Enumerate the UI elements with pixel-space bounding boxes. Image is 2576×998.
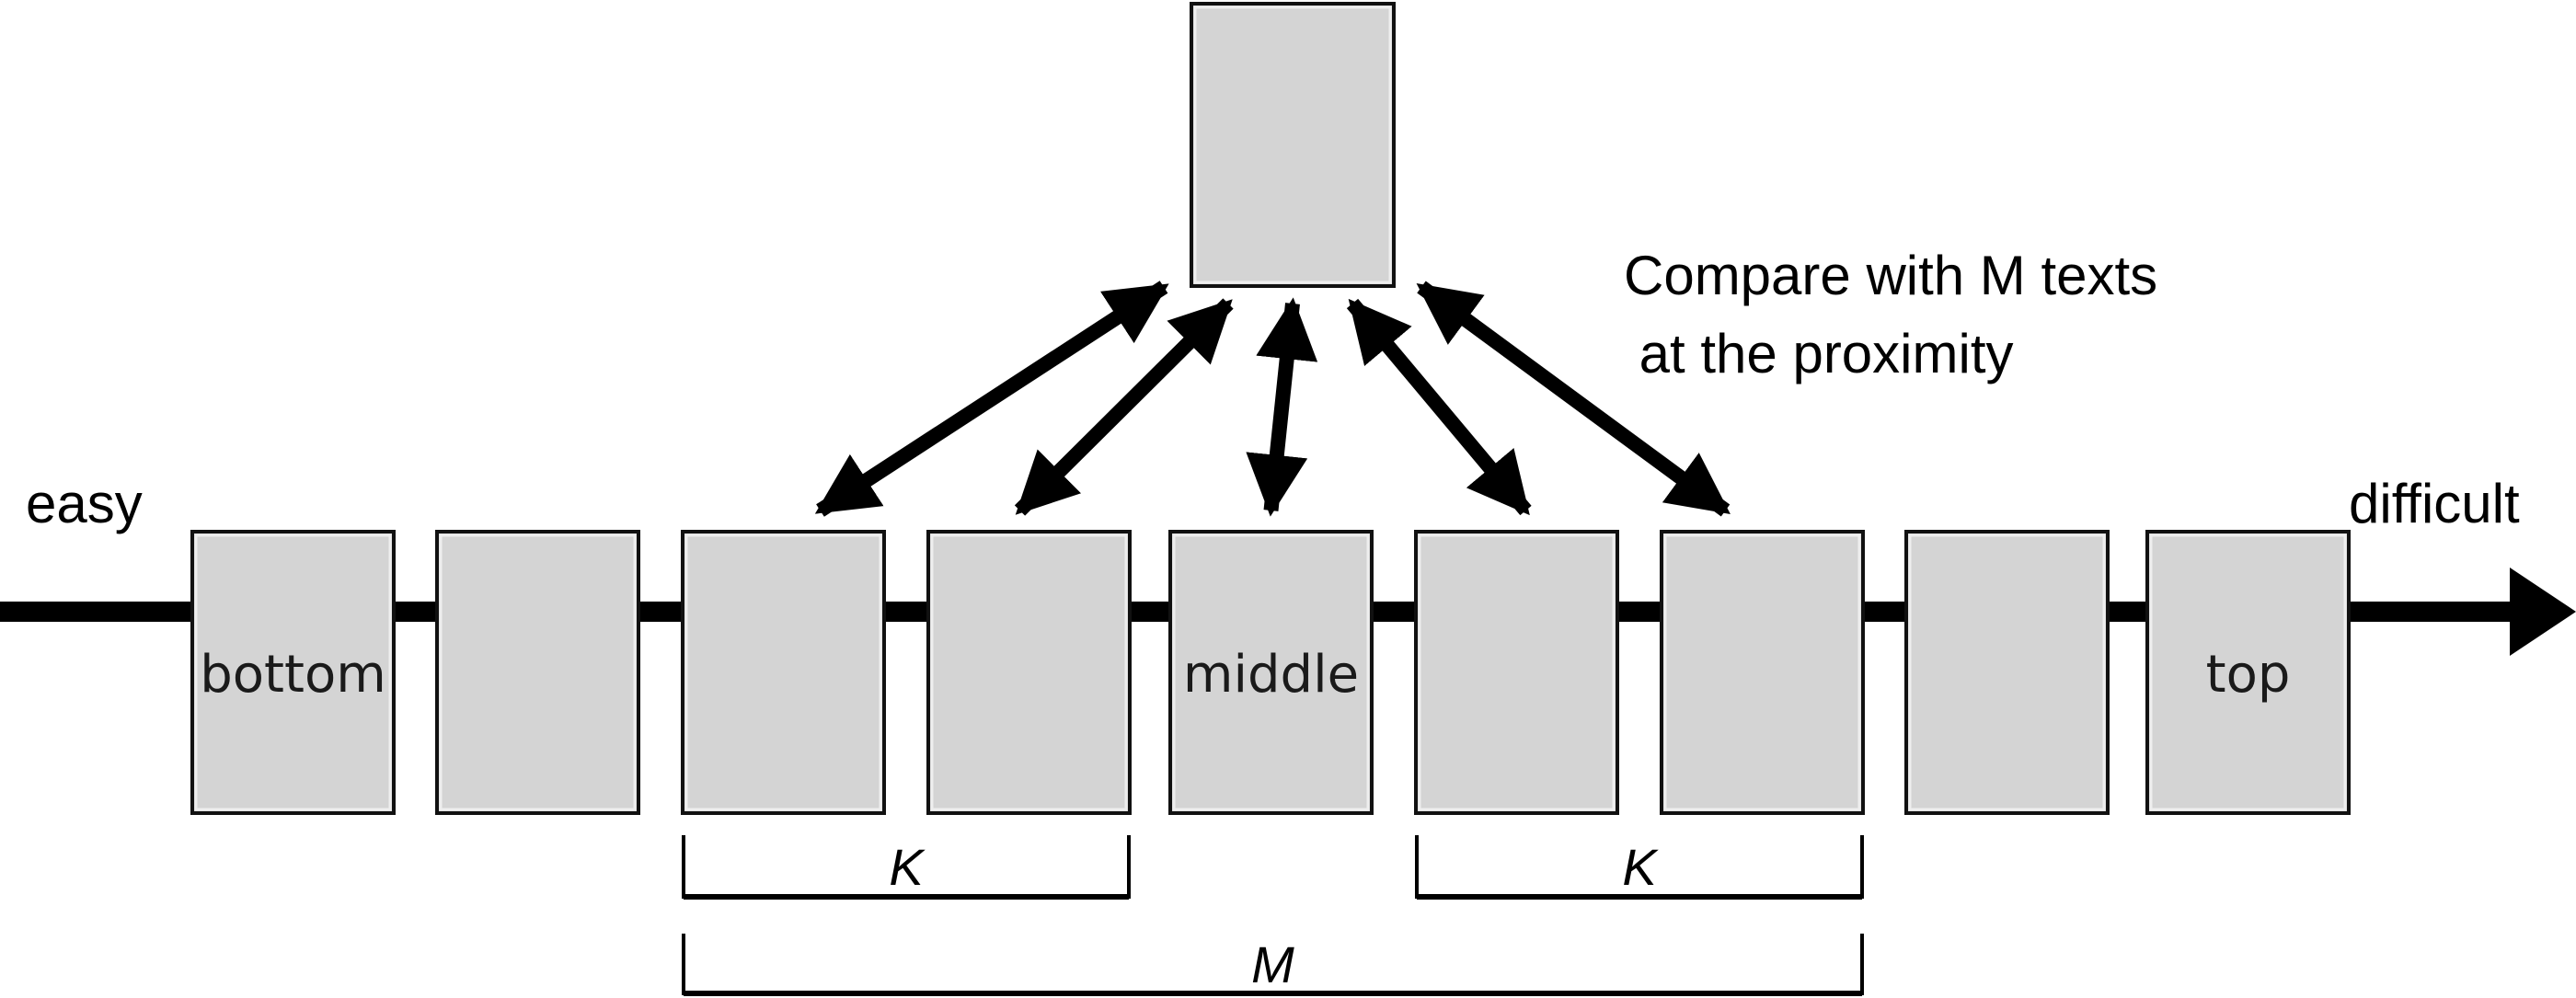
double-arrow-icon [1346, 298, 1532, 516]
ranked-text-list: bottom middle top [190, 530, 2351, 815]
comparison-note-line2: at the proximity [1624, 323, 2014, 384]
bracket-label: K [1622, 838, 1659, 896]
axis-start-label: easy [26, 473, 143, 534]
ranked-text-label: bottom [200, 645, 386, 705]
bracket-label: M [1251, 935, 1294, 993]
double-arrow-icon [1246, 297, 1318, 517]
double-arrow-icon [1014, 298, 1234, 516]
axis-arrowhead-icon [2510, 568, 2576, 656]
double-arrow-icon [814, 281, 1169, 517]
comparison-note-line1: Compare with M texts [1624, 245, 2157, 306]
difficulty-diagram: easy difficult bottom middle top Compare w… [0, 2, 2576, 996]
ranked-text-box [926, 530, 1132, 815]
double-arrow-icon [1416, 281, 1731, 517]
query-text-box [1190, 2, 1396, 288]
brackets: K K M [682, 835, 1864, 996]
ranked-text-box: middle [1168, 530, 1374, 815]
ranked-text-box: top [2145, 530, 2351, 815]
ranked-text-box [681, 530, 886, 815]
ranked-text-label: top [2206, 645, 2291, 705]
ranked-text-box [435, 530, 640, 815]
ranked-text-box [1414, 530, 1619, 815]
ranked-text-box [1660, 530, 1865, 815]
ranked-text-label: middle [1183, 645, 1359, 705]
axis-end-label: difficult [2349, 473, 2520, 534]
bracket-label: K [889, 838, 926, 896]
comparison-arrows [814, 281, 1731, 517]
ranked-text-box [1904, 530, 2110, 815]
ranked-text-box: bottom [190, 530, 396, 815]
